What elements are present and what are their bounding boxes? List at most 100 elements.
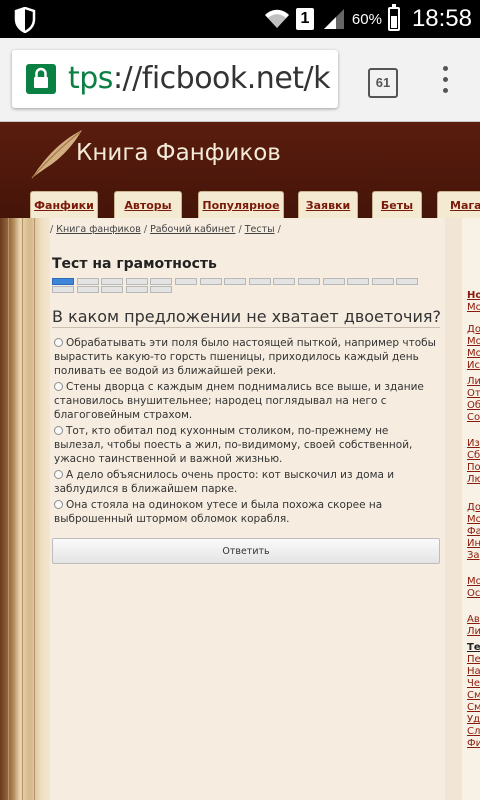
- sidebar-link[interactable]: Ли: [467, 626, 480, 637]
- progress-cell: [52, 286, 74, 293]
- right-sidebar: Но Мо До Мо Мо Ис Ли От Об Со Из Сб По Лю До Мо Фа Ин За Мо…: [462, 218, 480, 800]
- tab-switcher-button[interactable]: 61: [368, 68, 398, 98]
- sim-indicator: 1: [295, 8, 314, 30]
- sidebar-link[interactable]: Со: [467, 412, 480, 423]
- progress-cell: [371, 278, 394, 285]
- signal-icon: [323, 9, 344, 29]
- battery-fill: [390, 16, 397, 28]
- progress-cell: [322, 278, 345, 285]
- progress-cell: [273, 278, 296, 285]
- progress-cell: [248, 278, 271, 285]
- sidebar-link[interactable]: Пе: [467, 654, 480, 665]
- sidebar-link[interactable]: По: [467, 462, 480, 473]
- question-text: В каком предложении не хватает двоеточия…: [52, 307, 441, 326]
- sidebar-link[interactable]: На: [467, 666, 480, 677]
- wifi-icon: [264, 9, 289, 28]
- answer-option-1[interactable]: Обрабатывать эти поля было настоящей пыт…: [54, 336, 440, 378]
- progress-cell: [150, 278, 173, 285]
- sidebar-link[interactable]: Из: [467, 438, 480, 449]
- progress-cell: [52, 278, 74, 285]
- sidebar-link[interactable]: Уд: [467, 714, 480, 725]
- nav-tab-shop[interactable]: Магаз: [437, 191, 480, 219]
- sidebar-link[interactable]: Фи: [467, 738, 480, 749]
- overflow-menu-icon[interactable]: [440, 66, 450, 96]
- radio-button[interactable]: [54, 470, 63, 479]
- answer-option-3[interactable]: Тот, кто обитал под кухонным столиком, п…: [54, 424, 440, 466]
- progress-cell: [101, 278, 124, 285]
- url-bar[interactable]: tps://ficbook.net/k: [12, 50, 338, 108]
- sidebar-link[interactable]: Ис: [467, 360, 480, 371]
- progress-cell: [125, 286, 148, 293]
- main-content: / Книга фанфиков / Рабочий кабинет / Тес…: [50, 218, 445, 800]
- answer-text: Обрабатывать эти поля было настоящей пыт…: [54, 337, 436, 377]
- sidebar-link[interactable]: За: [467, 550, 480, 561]
- sidebar-link[interactable]: Фа: [467, 526, 480, 537]
- battery-percent: 60%: [351, 10, 382, 28]
- progress-cell: [396, 278, 419, 285]
- progress-cell: [298, 278, 320, 285]
- sidebar-link[interactable]: Лю: [467, 474, 480, 485]
- breadcrumb-link-home[interactable]: Книга фанфиков: [56, 224, 141, 235]
- radio-button[interactable]: [54, 382, 63, 391]
- shield-icon: [14, 7, 36, 33]
- lock-icon: [26, 64, 56, 94]
- radio-button[interactable]: [54, 426, 63, 435]
- sidebar-link[interactable]: Мо: [467, 302, 480, 313]
- answer-text: А дело объяснилось очень просто: кот выс…: [54, 469, 395, 495]
- radio-button[interactable]: [54, 338, 63, 347]
- sidebar-link[interactable]: Мо: [467, 576, 480, 587]
- nav-tab-authors[interactable]: Авторы: [114, 191, 182, 219]
- sidebar-link[interactable]: До: [467, 502, 480, 513]
- sidebar-link[interactable]: Че: [467, 678, 480, 689]
- sidebar-link[interactable]: Ос: [467, 588, 480, 599]
- breadcrumb-link-tests[interactable]: Тесты: [245, 224, 275, 235]
- test-title: Тест на грамотность: [52, 256, 217, 272]
- answer-option-4[interactable]: А дело объяснилось очень просто: кот выс…: [54, 468, 440, 496]
- sidebar-link[interactable]: См: [467, 690, 480, 701]
- sidebar-link[interactable]: До: [467, 324, 480, 335]
- answer-text: Она стояла на одиноком утесе и была похо…: [54, 499, 383, 525]
- url-host: ://ficbook.net/k: [112, 61, 331, 96]
- status-bar: 1 60% 18:58: [0, 0, 480, 38]
- progress-cell: [101, 286, 124, 293]
- breadcrumb: / Книга фанфиков / Рабочий кабинет / Тес…: [50, 224, 281, 235]
- sidebar-link[interactable]: Сб: [467, 450, 480, 461]
- progress-cell: [150, 286, 173, 293]
- sidebar-link[interactable]: Но: [467, 290, 480, 301]
- sidebar-link[interactable]: Мо: [467, 348, 480, 359]
- url-text[interactable]: tps://ficbook.net/k: [68, 61, 331, 96]
- sidebar-link[interactable]: Ин: [467, 538, 480, 549]
- book-spine-decoration: [0, 218, 50, 800]
- nav-tab-requests[interactable]: Заявки: [298, 191, 358, 219]
- progress-cell: [76, 286, 99, 293]
- sidebar-link[interactable]: От: [467, 388, 480, 399]
- nav-tab-betas[interactable]: Беты: [372, 191, 422, 219]
- site-title[interactable]: Книга Фанфиков: [76, 140, 281, 166]
- sidebar-link[interactable]: Сл: [467, 726, 480, 737]
- progress-cell: [175, 278, 197, 285]
- progress-cell: [76, 278, 99, 285]
- browser-toolbar: tps://ficbook.net/k 61: [0, 38, 480, 122]
- progress-cell: [125, 278, 148, 285]
- answer-text: Тот, кто обитал под кухонным столиком, п…: [54, 425, 413, 465]
- site-header: Книга Фанфиков Фанфики Авторы Популярное…: [0, 122, 480, 219]
- progress-cell: [224, 278, 247, 285]
- nav-tab-fanfics[interactable]: Фанфики: [30, 191, 98, 219]
- sidebar-link[interactable]: Ли: [467, 376, 480, 387]
- answer-option-5[interactable]: Она стояла на одиноком утесе и была похо…: [54, 498, 440, 526]
- web-page: Книга Фанфиков Фанфики Авторы Популярное…: [0, 122, 480, 800]
- url-scheme: tps: [68, 61, 113, 96]
- sidebar-link[interactable]: См: [467, 702, 480, 713]
- answer-option-2[interactable]: Стены дворца с каждым днем поднимались в…: [54, 380, 440, 422]
- submit-answer-button[interactable]: Ответить: [52, 538, 440, 564]
- battery-icon: [387, 4, 400, 31]
- radio-button[interactable]: [54, 500, 63, 509]
- sidebar-link[interactable]: Ав: [467, 614, 480, 625]
- sidebar-link[interactable]: Те: [467, 642, 480, 653]
- column-divider: [445, 218, 462, 800]
- sidebar-link[interactable]: Мо: [467, 336, 480, 347]
- sidebar-link[interactable]: Об: [467, 400, 480, 411]
- sidebar-link[interactable]: Мо: [467, 514, 480, 525]
- nav-tab-popular[interactable]: Популярное: [198, 191, 284, 219]
- breadcrumb-link-cabinet[interactable]: Рабочий кабинет: [150, 224, 235, 235]
